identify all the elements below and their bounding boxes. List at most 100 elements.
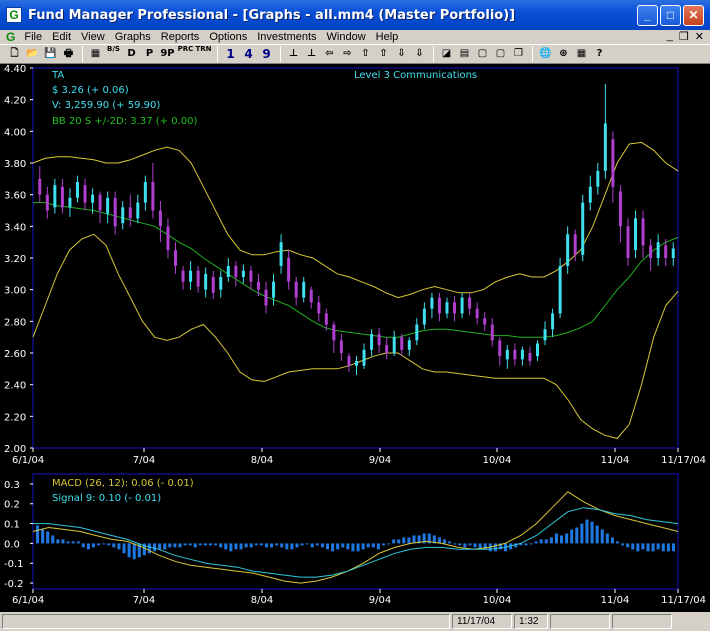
four-button[interactable]: 4 xyxy=(240,46,257,62)
new-icon[interactable]: 🗋 xyxy=(6,46,23,62)
menu-graphs[interactable]: Graphs xyxy=(110,31,156,43)
grid-icon[interactable]: ▤ xyxy=(456,46,473,62)
arrow-right-icon[interactable]: ⇨ xyxy=(339,46,356,62)
macd-ytick-label: -0.1 xyxy=(4,559,24,570)
trn-icon[interactable]: TRN xyxy=(195,46,212,62)
price-ytick-label: 3.20 xyxy=(4,254,26,265)
macd-histogram-bar xyxy=(46,531,50,544)
candle-body xyxy=(535,343,539,357)
macd-histogram-bar xyxy=(442,539,447,544)
candle-body xyxy=(136,202,140,219)
candle-body xyxy=(588,186,592,203)
macd-histogram-bar xyxy=(214,543,218,546)
macd-histogram-bar xyxy=(132,543,136,560)
macd-histogram-bar xyxy=(549,537,553,544)
menu-help[interactable]: Help xyxy=(371,31,404,43)
nine-button[interactable]: 9 xyxy=(258,46,275,62)
open-icon[interactable]: 📂 xyxy=(24,46,41,62)
candle-body xyxy=(626,226,630,258)
candle-body xyxy=(347,356,351,366)
graph-icon[interactable]: ◪ xyxy=(438,46,455,62)
menu-edit[interactable]: Edit xyxy=(47,31,76,43)
candle-body xyxy=(392,337,396,353)
macd-xtick-label: 8/04 xyxy=(251,595,273,606)
macd-histogram-bar xyxy=(112,543,116,548)
window2-icon[interactable]: ▢ xyxy=(492,46,509,62)
price-icon[interactable]: P xyxy=(141,46,158,62)
graph-area[interactable]: 2.00 2.20 2.40 2.60 2.80 3.00 3.20 3.40 3.60 3.80… xyxy=(0,64,710,612)
macd-histogram-bar xyxy=(264,543,269,548)
candle-body xyxy=(204,273,208,290)
minimize-button[interactable]: _ xyxy=(637,5,658,26)
candle-body xyxy=(174,250,178,266)
arrow-left-icon[interactable]: ⇦ xyxy=(321,46,338,62)
candle-body xyxy=(634,218,638,251)
prc-icon[interactable]: PRC xyxy=(177,46,194,62)
macd-histogram-bar xyxy=(631,543,635,550)
globe-update-icon[interactable]: ⊛ xyxy=(555,46,572,62)
mdi-close-button[interactable]: ✕ xyxy=(695,30,704,43)
arrow-down2-icon[interactable]: ⇩ xyxy=(411,46,428,62)
arrow-up-icon[interactable]: ⇧ xyxy=(357,46,374,62)
macd-histogram-bar xyxy=(97,543,101,546)
menu-view[interactable]: View xyxy=(76,31,110,43)
document-icon[interactable]: G xyxy=(6,30,15,44)
mdi-restore-button[interactable]: ❐ xyxy=(679,30,689,43)
candle-body xyxy=(603,123,607,171)
macd-xtick-label: 6/1/04 xyxy=(12,595,44,606)
mdi-controls: _ ❐ ✕ xyxy=(667,30,704,43)
candle-body xyxy=(618,191,622,227)
menu-items: File Edit View Graphs Reports Options Investme… xyxy=(19,31,403,43)
graph-canvas[interactable]: 2.00 2.20 2.40 2.60 2.80 3.00 3.20 3.40 3.60 3.80… xyxy=(0,64,710,612)
menu-options[interactable]: Options xyxy=(204,31,252,43)
toolbar-separator xyxy=(280,46,281,62)
macd-histogram-bar xyxy=(600,529,604,544)
macd-histogram-bar xyxy=(448,541,452,544)
macd-histogram-bar xyxy=(310,543,314,548)
candle-body xyxy=(272,281,276,298)
candle-body xyxy=(196,270,200,287)
nine-p-icon[interactable]: 9P xyxy=(159,46,176,62)
daily-icon[interactable]: D xyxy=(123,46,140,62)
macd-histogram-bar xyxy=(529,543,533,545)
price-xtick-label: 7/04 xyxy=(133,455,155,466)
menu-investments[interactable]: Investments xyxy=(252,31,321,43)
close-button[interactable]: ✕ xyxy=(683,5,704,26)
app-icon[interactable]: G xyxy=(6,7,22,23)
toolbar-separator xyxy=(532,46,533,62)
one-button[interactable]: 1 xyxy=(222,46,239,62)
window-icon[interactable]: ▢ xyxy=(474,46,491,62)
globe-icon[interactable]: 🌐 xyxy=(537,46,554,62)
calc-icon[interactable]: ▦ xyxy=(573,46,590,62)
macd-histogram-bar xyxy=(666,543,670,552)
arrow-down-icon[interactable]: ⇩ xyxy=(393,46,410,62)
macd-histogram-bar xyxy=(458,543,462,546)
arrow-up2-icon[interactable]: ⇧ xyxy=(375,46,392,62)
macd-ytick-label: 0.0 xyxy=(4,539,20,550)
legend-price: $ 3.26 (+ 0.06) xyxy=(52,85,129,96)
candle-body xyxy=(211,277,215,293)
price-xtick-label: 11/04 xyxy=(601,455,630,466)
menu-window[interactable]: Window xyxy=(322,31,371,43)
candle-body xyxy=(219,277,223,290)
candle-body xyxy=(453,302,457,314)
menu-file[interactable]: File xyxy=(19,31,47,43)
axis-icon[interactable]: ⊥ xyxy=(303,46,320,62)
buy-sell-icon[interactable]: B/S xyxy=(105,46,122,62)
calculator-icon[interactable]: ▦ xyxy=(87,46,104,62)
legend-macd: MACD (26, 12): 0.06 (- 0.01) xyxy=(52,478,194,489)
save-icon[interactable]: 💾 xyxy=(42,46,59,62)
candle-body xyxy=(355,360,358,366)
candle-body xyxy=(385,345,389,353)
price-ytick-label: 2.00 xyxy=(4,444,26,455)
scale-icon[interactable]: ⊥ xyxy=(285,46,302,62)
macd-histogram-bar xyxy=(203,543,207,546)
candle-body xyxy=(317,302,321,314)
menu-reports[interactable]: Reports xyxy=(156,31,205,43)
maximize-button[interactable]: □ xyxy=(660,5,681,26)
print-icon[interactable]: 🖶 xyxy=(60,46,77,62)
help-icon[interactable]: ? xyxy=(591,46,608,62)
candle-body xyxy=(543,329,547,341)
mdi-minimize-button[interactable]: _ xyxy=(667,30,673,43)
windows-icon[interactable]: ❐ xyxy=(510,46,527,62)
